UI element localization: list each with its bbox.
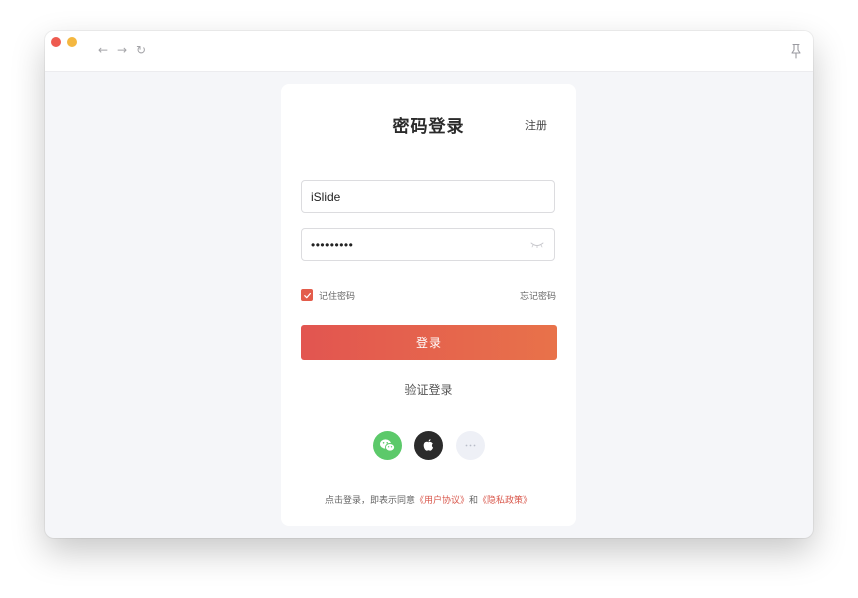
username-input[interactable] bbox=[302, 181, 526, 212]
apple-icon bbox=[423, 439, 434, 451]
agreement-and: 和 bbox=[469, 496, 479, 506]
login-card: 密码登录 注册 记住密码 忘记密码 登录 验证登录 bbox=[281, 84, 576, 526]
more-login-options-button[interactable] bbox=[456, 431, 485, 460]
password-input[interactable] bbox=[302, 229, 526, 260]
minimize-window-button[interactable] bbox=[67, 37, 77, 47]
login-button[interactable]: 登录 bbox=[301, 325, 557, 360]
apple-login-button[interactable] bbox=[414, 431, 443, 460]
remember-password-checkbox[interactable]: 记住密码 bbox=[301, 288, 355, 302]
close-window-button[interactable] bbox=[51, 37, 61, 47]
username-field bbox=[301, 180, 555, 213]
register-link[interactable]: 注册 bbox=[525, 117, 547, 133]
agreement-prefix: 点击登录，即表示同意 bbox=[324, 496, 415, 506]
title-bar: ← → ↻ bbox=[45, 31, 813, 72]
checkmark-icon bbox=[301, 289, 313, 301]
wechat-icon bbox=[380, 439, 396, 452]
forgot-password-link[interactable]: 忘记密码 bbox=[520, 289, 556, 302]
forward-arrow-icon[interactable]: → bbox=[117, 42, 127, 58]
remember-password-label: 记住密码 bbox=[319, 291, 356, 302]
wechat-login-button[interactable] bbox=[373, 431, 402, 460]
pin-icon[interactable] bbox=[789, 43, 803, 59]
reload-icon[interactable]: ↻ bbox=[136, 42, 146, 58]
agreement-text: 点击登录，即表示同意《用户协议》和《隐私政策》 bbox=[281, 493, 576, 506]
verification-login-link[interactable]: 验证登录 bbox=[281, 381, 576, 398]
back-arrow-icon[interactable]: ← bbox=[98, 42, 108, 58]
app-window: ← → ↻ 密码登录 注册 记住密码 忘记密码 bbox=[45, 31, 813, 538]
more-icon bbox=[465, 444, 476, 447]
privacy-policy-link[interactable]: 《隐私政策》 bbox=[478, 496, 532, 506]
user-agreement-link[interactable]: 《用户协议》 bbox=[415, 496, 469, 506]
hide-password-icon[interactable] bbox=[530, 242, 544, 248]
password-field bbox=[301, 228, 555, 261]
